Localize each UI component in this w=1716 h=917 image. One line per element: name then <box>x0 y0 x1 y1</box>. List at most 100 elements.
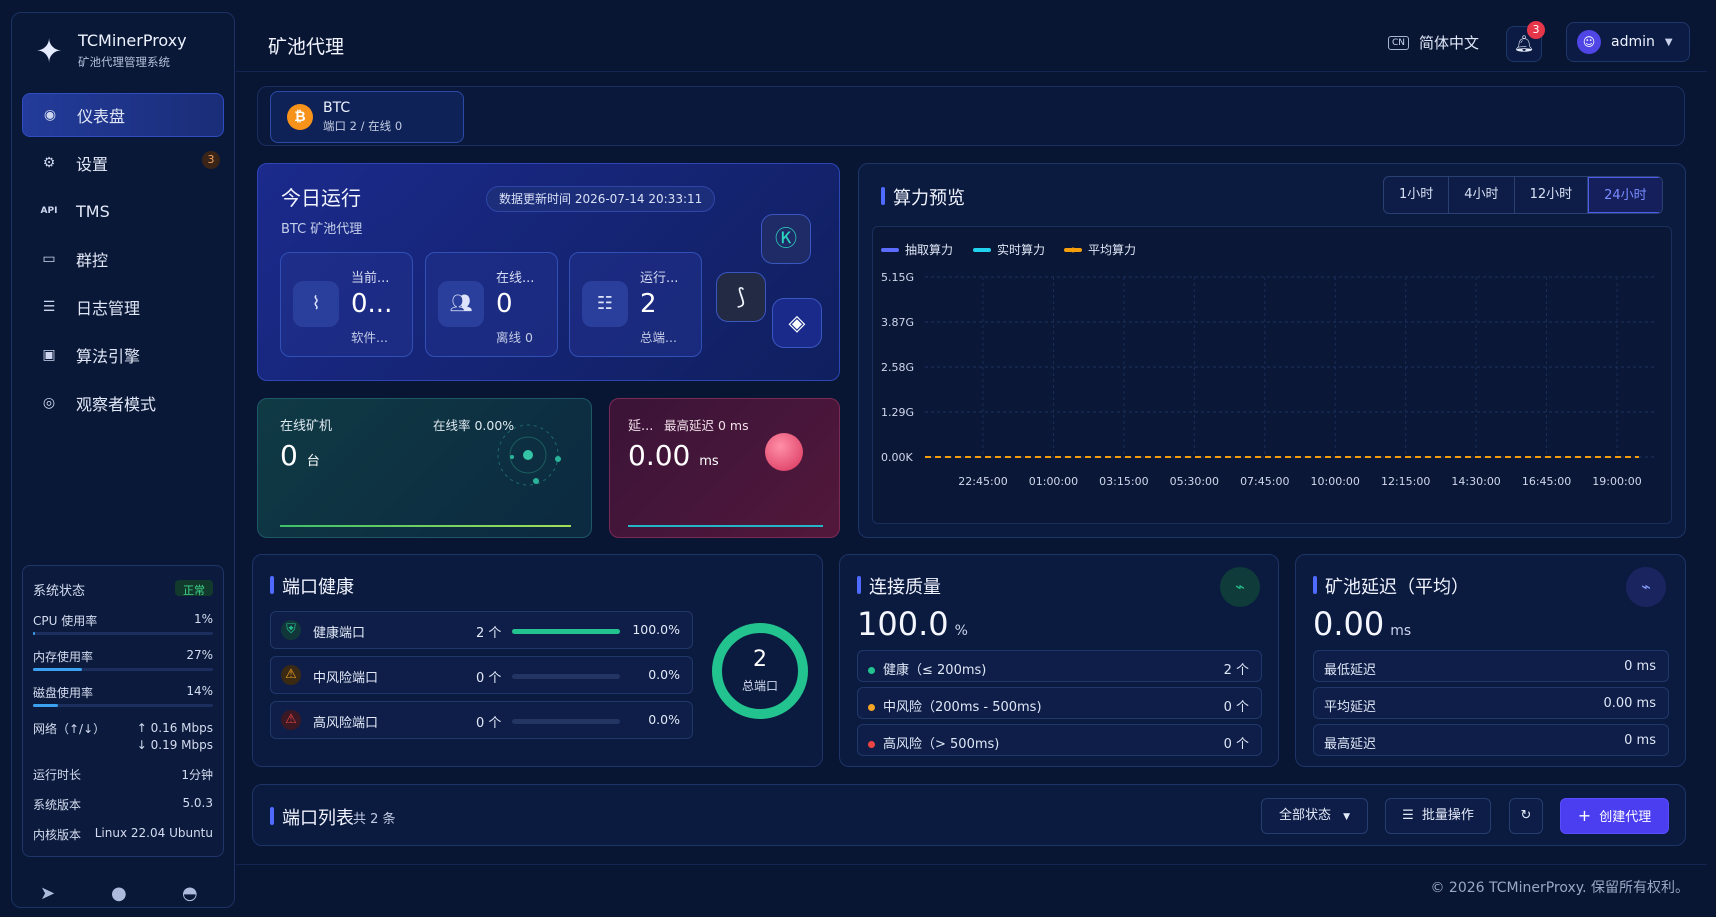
sidebar-item-logs[interactable]: ☰ 日志管理 <box>22 285 224 329</box>
brand[interactable]: ✦ TCMinerProxy 矿池代理管理系统 <box>32 31 187 70</box>
sidebar-item-tms[interactable]: API TMS <box>22 189 224 233</box>
notification-button[interactable]: 🔔︎ 3 <box>1506 21 1545 62</box>
avatar-icon: ☺ <box>1577 30 1601 54</box>
hashrate-card: 算力预览 1小时 4小时 12小时 24小时 抽取算力 实时算力 平均算力 5.15G… <box>858 163 1686 538</box>
range-4h[interactable]: 4小时 <box>1449 177 1515 213</box>
range-1h[interactable]: 1小时 <box>1384 177 1450 213</box>
memory-row: 内存使用率 27% <box>33 648 213 664</box>
y-tick-label: 3.87G <box>881 316 914 329</box>
latency-baseline <box>628 525 823 527</box>
quality-count: 0 个 <box>1223 737 1249 752</box>
stat-sub: 软件... <box>351 330 388 345</box>
chevron-down-icon: ▼ <box>1343 812 1351 822</box>
hashrate-chart-svg: 抽取算力 实时算力 平均算力 5.15G 3.87G 2.58G 1.29G 0.00K 22:… <box>881 242 1657 488</box>
stat-sub: 离线 0 <box>496 330 533 345</box>
telegram-icon[interactable]: ➤ <box>40 883 55 904</box>
stat-value: 0... <box>351 289 393 319</box>
refresh-button[interactable]: ↻ <box>1509 798 1543 834</box>
pool-latency-value-block: 0.00 ms <box>1313 605 1411 643</box>
quality-count: 0 个 <box>1223 700 1249 715</box>
stat-label: 在线... <box>496 271 535 286</box>
stat-value: 0 <box>496 289 513 319</box>
sidebar-item-group-control[interactable]: ▭ 群控 <box>22 237 224 281</box>
discord-icon[interactable]: ◓ <box>182 883 198 904</box>
port-health-card: 端口健康 ⛨ 健康端口 2 个 100.0% ⚠ 中风险端口 0 个 0.0% … <box>252 554 823 767</box>
user-menu[interactable]: ☺ admin ▼ <box>1566 22 1690 62</box>
sidebar-item-settings[interactable]: ⚙ 设置 3 <box>22 141 224 185</box>
x-tick-label: 22:45:00 <box>958 475 1007 488</box>
sidebar-item-label: 观察者模式 <box>76 395 157 414</box>
create-proxy-button[interactable]: + 创建代理 <box>1560 798 1669 834</box>
legend-marker <box>1070 247 1076 253</box>
x-tick-label: 19:00:00 <box>1592 475 1641 488</box>
max-latency: 最高延迟 0 ms <box>664 418 749 433</box>
status-filter-dropdown[interactable]: 全部状态 ▼ <box>1261 798 1368 834</box>
quality-value: 100.0 <box>857 605 949 643</box>
coin-tab-btc[interactable]: ₿ BTC 端口 2 / 在线 0 <box>270 91 464 143</box>
settings-badge: 3 <box>202 151 220 169</box>
sidebar-item-label: 日志管理 <box>76 299 141 318</box>
github-icon[interactable]: ● <box>111 883 127 904</box>
log-list-icon: ☰ <box>42 299 56 315</box>
cpu-label: CPU 使用率 <box>33 614 98 628</box>
filter-label: 全部状态 <box>1278 808 1331 823</box>
kaspa-logo-icon: Ⓚ <box>761 214 811 264</box>
version-row: 系统版本 5.0.3 <box>33 796 213 812</box>
health-bar <box>512 629 620 634</box>
health-row-medium-risk: ⚠ 中风险端口 0 个 0.0% <box>270 656 693 694</box>
max-latency-row: 最高延迟 0 ms <box>1313 724 1669 756</box>
sidebar-item-label: 设置 <box>76 155 109 174</box>
star-logo-icon: ✦ <box>35 31 63 70</box>
y-tick-label: 5.15G <box>881 271 914 284</box>
orbit-graphic-icon <box>497 424 561 486</box>
coin-name: BTC <box>323 100 351 116</box>
batch-operations-button[interactable]: ☰ 批量操作 <box>1385 798 1491 834</box>
stat-card-current: ⌇ 当前... 0... 软件... <box>280 252 413 357</box>
bitcoin-icon: ₿ <box>287 104 313 130</box>
cpu-bar <box>33 632 213 635</box>
stat-sub: 总端... <box>640 330 677 345</box>
x-tick-label: 10:00:00 <box>1311 475 1360 488</box>
x-tick-label: 01:00:00 <box>1029 475 1078 488</box>
cpu-row: CPU 使用率 1% <box>33 612 213 628</box>
updated-time: 数据更新时间 2026-07-14 20:33:11 <box>486 186 716 212</box>
uptime-row: 运行时长 1分钟 <box>33 766 213 782</box>
health-row-healthy: ⛨ 健康端口 2 个 100.0% <box>270 611 693 649</box>
health-row-high-risk: ⚠ 高风险端口 0 个 0.0% <box>270 701 693 739</box>
stat-label: 当前... <box>351 271 390 286</box>
pool-latency-card: 矿池延迟（平均） ⌁ 0.00 ms 最低延迟 0 ms 平均延迟 0.00 ms… <box>1295 554 1686 767</box>
trend-up-icon: ⌁ <box>1220 567 1260 607</box>
language-label: 简体中文 <box>1419 34 1480 52</box>
range-12h[interactable]: 12小时 <box>1515 177 1589 213</box>
health-percent: 0.0% <box>648 667 680 682</box>
port-list-card: 端口列表 共 2 条 全部状态 ▼ ☰ 批量操作 ↻ + 创建代理 <box>252 784 1686 846</box>
coin-sub: 端口 2 / 在线 0 <box>323 119 403 133</box>
sidebar-item-label: TMS <box>76 201 110 221</box>
pool-latency-unit: ms <box>1390 623 1412 639</box>
users-icon: 👥︎ <box>438 281 484 327</box>
sidebar-item-dashboard[interactable]: ◉ 仪表盘 <box>22 93 224 137</box>
x-tick-label: 07:45:00 <box>1240 475 1289 488</box>
health-count: 2 个 <box>476 626 502 641</box>
quality-row-medium: 中风险（200ms - 500ms) 0 个 <box>857 687 1262 719</box>
port-health-title: 端口健康 <box>270 573 354 599</box>
stat-card-running: ☷ 运行... 2 总端... <box>569 252 702 357</box>
x-tick-label: 03:15:00 <box>1099 475 1148 488</box>
connection-quality-card: 连接质量 ⌁ 100.0% 健康（≤ 200ms) 2 个 中风险（200ms … <box>839 554 1279 767</box>
quality-count: 2 个 <box>1223 663 1249 678</box>
port-list-count: 共 2 条 <box>353 812 396 827</box>
quality-row-healthy: 健康（≤ 200ms) 2 个 <box>857 650 1262 682</box>
top-bar: 矿池代理 CN 简体中文 🔔︎ 3 ☺ admin ▼ <box>236 12 1707 72</box>
hashrate-chart: 抽取算力 实时算力 平均算力 5.15G 3.87G 2.58G 1.29G 0.00K 22:… <box>872 226 1672 524</box>
language-selector[interactable]: CN 简体中文 <box>1388 32 1479 53</box>
latency-value: 0 ms <box>1624 659 1656 674</box>
sidebar-item-algorithm-engine[interactable]: ▣ 算法引擎 <box>22 333 224 377</box>
page-title: 矿池代理 <box>268 36 345 58</box>
latency-label: 最高延迟 <box>1324 737 1377 752</box>
today-card: 今日运行 BTC 矿池代理 数据更新时间 2026-07-14 20:33:11… <box>257 163 840 381</box>
uptime-label: 运行时长 <box>33 768 82 782</box>
latency-label: 最低延迟 <box>1324 663 1377 678</box>
range-24h[interactable]: 24小时 <box>1588 177 1662 213</box>
total-ports-label: 总端口 <box>741 679 778 693</box>
sidebar-item-observer-mode[interactable]: ◎ 观察者模式 <box>22 381 224 425</box>
